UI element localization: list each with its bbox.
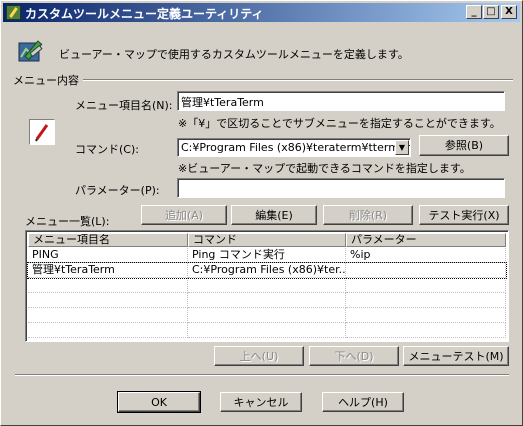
close-button[interactable]: X xyxy=(501,5,517,19)
app-icon xyxy=(6,5,21,20)
test-run-button[interactable]: テスト実行(X) xyxy=(419,205,509,225)
cell-command: C:¥Program Files (x86)¥ter... xyxy=(188,263,346,278)
item-name-hint: ※「¥」で区切ることでサブメニューを指定することができます。 xyxy=(178,117,501,130)
move-down-button[interactable]: 下へ(D) xyxy=(309,346,399,366)
menu-test-button[interactable]: メニューテスト(M) xyxy=(403,346,509,366)
item-name-field[interactable]: 管理¥tTeraTerm xyxy=(177,91,505,111)
cancel-button[interactable]: キャンセル xyxy=(220,392,302,412)
cell-command: Ping コマンド実行 xyxy=(188,248,346,263)
delete-button[interactable]: 削除(R) xyxy=(323,205,413,225)
command-combobox[interactable]: C:¥Program Files (x86)¥teraterm¥ttermpro… xyxy=(177,138,411,157)
dropdown-arrow-icon[interactable]: ▼ xyxy=(395,140,409,155)
column-header-command[interactable]: コマンド xyxy=(188,233,346,247)
pen-icon xyxy=(29,119,55,145)
window-title: カスタムツールメニュー定義ユーティリティ xyxy=(25,7,264,21)
ok-button[interactable]: OK xyxy=(117,391,201,413)
cell-parameter: %ip xyxy=(346,248,506,263)
dialog-window: カスタムツールメニュー定義ユーティリティ _ □ X ビューアー・マップで使用す… xyxy=(0,0,523,426)
map-tool-icon xyxy=(18,40,43,62)
maximize-button[interactable]: □ xyxy=(483,5,499,19)
group-divider xyxy=(83,79,513,81)
footer-divider xyxy=(15,374,509,376)
edit-button[interactable]: 編集(E) xyxy=(231,205,317,225)
parameter-label: パラメーター(P): xyxy=(75,184,160,197)
title-bar[interactable]: カスタムツールメニュー定義ユーティリティ _ □ X xyxy=(3,3,520,22)
menu-list[interactable]: メニュー項目名 コマンド パラメーター PING Ping コマンド実行 %ip… xyxy=(25,230,509,342)
column-header-name[interactable]: メニュー項目名 xyxy=(28,233,188,247)
item-name-label: メニュー項目名(N): xyxy=(75,99,173,112)
menu-list-label: メニュー一覧(L): xyxy=(25,215,110,228)
group-label-menu-content: メニュー内容 xyxy=(13,74,79,87)
header-description: ビューアー・マップで使用するカスタムツールメニューを定義します。 xyxy=(59,48,409,61)
command-value: C:¥Program Files (x86)¥teraterm¥ttermpro xyxy=(181,141,411,154)
move-up-button[interactable]: 上へ(U) xyxy=(214,346,304,366)
column-header-parameter[interactable]: パラメーター xyxy=(346,233,506,247)
add-button[interactable]: 追加(A) xyxy=(141,205,227,225)
command-label: コマンド(C): xyxy=(75,143,139,156)
cell-name: PING xyxy=(28,248,188,263)
help-button[interactable]: ヘルプ(H) xyxy=(322,392,404,412)
cell-parameter xyxy=(346,263,506,278)
cell-name: 管理¥tTeraTerm xyxy=(28,263,188,278)
minimize-button[interactable]: _ xyxy=(466,5,482,19)
parameter-field[interactable] xyxy=(177,178,505,198)
table-row[interactable]: 管理¥tTeraTerm C:¥Program Files (x86)¥ter.… xyxy=(27,262,507,279)
browse-button[interactable]: 参照(B) xyxy=(419,135,509,156)
command-hint: ※ビューアー・マップで起動できるコマンドを指定します。 xyxy=(178,162,471,175)
